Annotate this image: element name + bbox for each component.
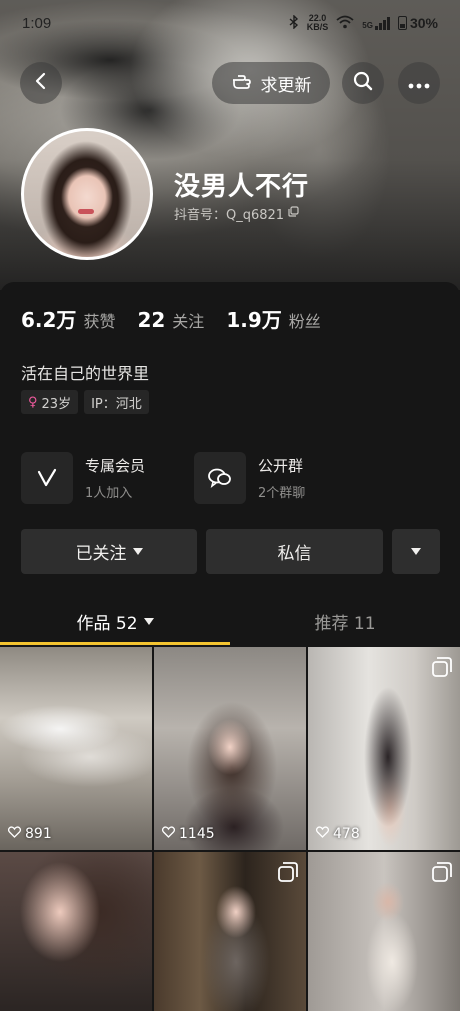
more-options-button[interactable] — [398, 62, 440, 104]
chevron-down-icon — [411, 548, 421, 555]
ip-label: IP：河北 — [91, 396, 142, 412]
like-count: 891 — [7, 826, 52, 842]
like-number: 891 — [25, 826, 52, 842]
expand-button[interactable] — [392, 529, 440, 574]
content-tabs: 作品 52 推荐 11 — [0, 598, 460, 644]
like-count: 1145 — [161, 826, 215, 842]
video-thumbnail[interactable] — [0, 852, 152, 1011]
status-icons: 22.0 KB/S 5G 30% — [289, 14, 438, 32]
like-number: 1145 — [179, 826, 215, 842]
battery-level: 30% — [409, 15, 438, 31]
profile-tags: ♀ 23岁 IP：河北 — [21, 390, 149, 414]
request-update-button[interactable]: 求更新 — [212, 62, 330, 104]
stat-likes[interactable]: 6.2万 获赞 — [21, 304, 115, 333]
signal-icon: 5G — [362, 16, 390, 30]
tab-recommended-label: 推荐 11 — [314, 613, 376, 634]
exclusive-membership-entry[interactable]: 专属会员 1人加入 — [21, 452, 194, 504]
profile-name: 没男人不行 — [174, 172, 310, 202]
hand-point-icon — [231, 71, 253, 96]
tab-works[interactable]: 作品 52 — [0, 598, 230, 644]
battery-indicator: 30% — [397, 15, 438, 31]
search-icon — [353, 71, 373, 95]
stat-number: 22 — [137, 308, 166, 332]
video-grid: 891 1145 478 — [0, 647, 460, 1011]
public-group-entry[interactable]: 公开群 2个群聊 — [194, 452, 367, 504]
profile-content: 6.2万 获赞 22 关注 1.9万 粉丝 活在自己的世界里 ♀ 23岁 IP：… — [0, 282, 460, 1011]
tab-works-label: 作品 52 — [76, 613, 138, 634]
signal-label: 5G — [362, 20, 373, 30]
wifi-icon — [336, 15, 354, 32]
back-button[interactable] — [20, 62, 62, 104]
feature-entries: 专属会员 1人加入 公开群 2个群聊 — [21, 452, 441, 504]
video-thumbnail[interactable]: 891 — [0, 647, 152, 850]
back-icon — [34, 72, 48, 94]
message-label: 私信 — [277, 544, 312, 564]
copy-icon[interactable] — [288, 206, 299, 221]
profile-id[interactable]: 抖音号：Q_q6821 — [174, 204, 299, 223]
profile-bio: 活在自己的世界里 — [21, 364, 150, 383]
like-count: 478 — [315, 826, 360, 842]
female-icon: ♀ — [28, 394, 38, 410]
chevron-down-icon — [143, 617, 154, 625]
chevron-down-icon — [132, 548, 143, 555]
active-tab-indicator — [0, 642, 230, 645]
multi-image-icon — [432, 657, 452, 681]
bluetooth-icon — [289, 13, 299, 32]
stat-label: 获赞 — [83, 312, 116, 331]
stat-label: 关注 — [172, 312, 205, 331]
multi-image-icon — [278, 862, 298, 886]
video-thumbnail[interactable] — [308, 852, 460, 1011]
stat-followers[interactable]: 1.9万 粉丝 — [226, 304, 320, 333]
age-label: 23岁 — [41, 396, 72, 412]
profile-id-label: 抖音号：Q_q6821 — [174, 208, 285, 223]
following-label: 已关注 — [75, 544, 127, 564]
vip-v-icon — [21, 452, 73, 504]
following-button[interactable]: 已关注 — [21, 529, 197, 574]
battery-icon — [397, 16, 407, 30]
message-button[interactable]: 私信 — [206, 529, 383, 574]
group-chat-icon — [194, 452, 246, 504]
stat-number: 1.9万 — [226, 308, 282, 332]
request-update-label: 求更新 — [260, 75, 312, 96]
top-nav: 求更新 — [0, 62, 460, 104]
video-thumbnail[interactable]: 478 — [308, 647, 460, 850]
status-bar: 1:09 22.0 KB/S 5G 30% — [0, 0, 460, 46]
like-number: 478 — [333, 826, 360, 842]
group-subtitle: 2个群聊 — [258, 486, 306, 501]
heart-icon — [161, 826, 176, 842]
net-speed: 22.0 KB/S — [307, 14, 329, 32]
search-button[interactable] — [342, 62, 384, 104]
multi-image-icon — [432, 862, 452, 886]
profile-stats: 6.2万 获赞 22 关注 1.9万 粉丝 — [21, 304, 321, 333]
heart-icon — [315, 826, 330, 842]
avatar[interactable] — [21, 128, 153, 260]
membership-title: 专属会员 — [85, 457, 146, 475]
status-time: 1:09 — [22, 14, 52, 32]
age-tag: ♀ 23岁 — [21, 390, 79, 414]
tab-recommended[interactable]: 推荐 11 — [230, 598, 460, 644]
video-thumbnail[interactable]: 1145 — [154, 647, 306, 850]
ip-tag: IP：河北 — [84, 390, 149, 414]
stat-following[interactable]: 22 关注 — [137, 308, 204, 332]
profile-actions: 已关注 私信 — [21, 529, 440, 574]
more-icon — [408, 74, 430, 93]
video-thumbnail[interactable] — [154, 852, 306, 1011]
heart-icon — [7, 826, 22, 842]
net-speed-unit: KB/S — [306, 22, 329, 32]
membership-subtitle: 1人加入 — [85, 486, 133, 501]
stat-label: 粉丝 — [288, 312, 321, 331]
stat-number: 6.2万 — [21, 308, 77, 332]
group-title: 公开群 — [258, 457, 304, 475]
